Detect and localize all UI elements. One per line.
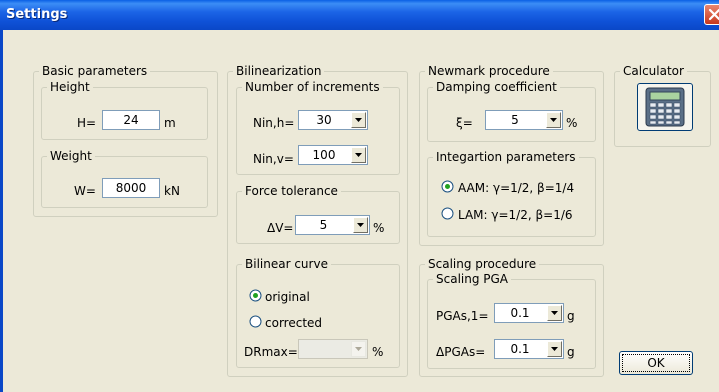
title-bar[interactable]: Settings xyxy=(0,0,719,30)
height-unit: m xyxy=(164,116,176,130)
lam-label[interactable]: LAM: γ=1/2, β=1/6 xyxy=(458,208,573,222)
chevron-down-icon xyxy=(550,118,557,122)
pgas-select[interactable]: 0.1 xyxy=(494,303,564,323)
damping-legend: Damping coefficient xyxy=(436,80,557,94)
damping-value: 5 xyxy=(511,113,519,127)
scaling-pga-legend: Scaling PGA xyxy=(436,272,509,286)
drmax-label: DRmax= xyxy=(244,345,298,359)
calculator-legend: Calculator xyxy=(623,64,684,78)
bilinear-curve-legend: Bilinear curve xyxy=(245,257,328,271)
bilinearization-legend: Bilinearization xyxy=(236,64,322,78)
damping-label: ξ= xyxy=(456,116,473,130)
original-label[interactable]: original xyxy=(265,290,310,304)
height-legend: Height xyxy=(50,80,90,94)
dpgas-label: ΔPGAs= xyxy=(436,345,486,359)
aam-radio[interactable] xyxy=(441,180,454,193)
chevron-down-icon xyxy=(357,223,364,227)
dpgas-value: 0.1 xyxy=(510,342,530,356)
height-input[interactable]: 24 xyxy=(102,110,160,130)
dpgas-dropdown[interactable] xyxy=(547,341,562,357)
chevron-down-icon xyxy=(551,347,558,351)
corrected-radio[interactable] xyxy=(249,315,262,328)
drmax-select[interactable] xyxy=(298,339,368,359)
weight-unit: kN xyxy=(164,184,180,198)
nin-h-value: 30 xyxy=(316,113,332,127)
chevron-down-icon xyxy=(355,153,362,157)
pgas-unit: g xyxy=(567,309,575,323)
pgas-label: PGAs,1= xyxy=(436,309,489,323)
dpgas-unit: g xyxy=(567,345,575,359)
damping-dropdown[interactable] xyxy=(546,112,561,128)
force-tolerance-select[interactable]: 5 xyxy=(295,215,370,235)
nin-h-select[interactable]: 30 xyxy=(298,110,368,130)
chevron-down-icon xyxy=(551,311,558,315)
pgas-dropdown[interactable] xyxy=(547,305,562,321)
damping-select[interactable]: 5 xyxy=(485,110,563,130)
lam-radio[interactable] xyxy=(441,207,454,220)
calculator-button[interactable] xyxy=(637,83,693,131)
nin-v-label: Nin,v= xyxy=(253,152,294,166)
ok-button[interactable]: OK xyxy=(619,351,693,375)
weight-label: W= xyxy=(74,184,96,198)
increments-legend: Number of increments xyxy=(245,80,380,94)
force-tolerance-label: ΔV= xyxy=(267,221,294,235)
damping-unit: % xyxy=(566,116,578,130)
nin-h-dropdown[interactable] xyxy=(351,112,366,128)
newmark-legend: Newmark procedure xyxy=(428,64,550,78)
chevron-down-icon xyxy=(355,118,362,122)
calculator-icon xyxy=(645,87,685,127)
chevron-down-icon xyxy=(355,347,362,351)
original-radio[interactable] xyxy=(249,289,262,302)
weight-input[interactable]: 8000 xyxy=(102,178,160,198)
close-icon xyxy=(708,8,719,21)
nin-v-select[interactable]: 100 xyxy=(298,145,368,165)
nin-v-value: 100 xyxy=(312,148,336,162)
close-button[interactable] xyxy=(704,4,719,25)
nin-h-label: Nin,h= xyxy=(253,116,295,130)
nin-v-dropdown[interactable] xyxy=(351,147,366,163)
drmax-dropdown[interactable] xyxy=(351,341,366,357)
drmax-unit: % xyxy=(372,345,384,359)
basic-parameters-legend: Basic parameters xyxy=(42,64,148,78)
force-tolerance-dropdown[interactable] xyxy=(353,217,368,233)
pgas-value: 0.1 xyxy=(510,306,530,320)
dpgas-select[interactable]: 0.1 xyxy=(494,339,564,359)
force-tolerance-value: 5 xyxy=(319,218,328,232)
scaling-legend: Scaling procedure xyxy=(428,257,537,271)
aam-label[interactable]: AAM: γ=1/2, β=1/4 xyxy=(458,181,574,195)
height-label: H= xyxy=(77,116,97,130)
window-title: Settings xyxy=(6,7,68,22)
corrected-label[interactable]: corrected xyxy=(265,316,322,330)
force-tolerance-unit: % xyxy=(373,221,385,235)
weight-legend: Weight xyxy=(50,149,92,163)
force-tolerance-legend: Force tolerance xyxy=(245,184,338,198)
integration-legend: Integartion parameters xyxy=(436,150,576,164)
